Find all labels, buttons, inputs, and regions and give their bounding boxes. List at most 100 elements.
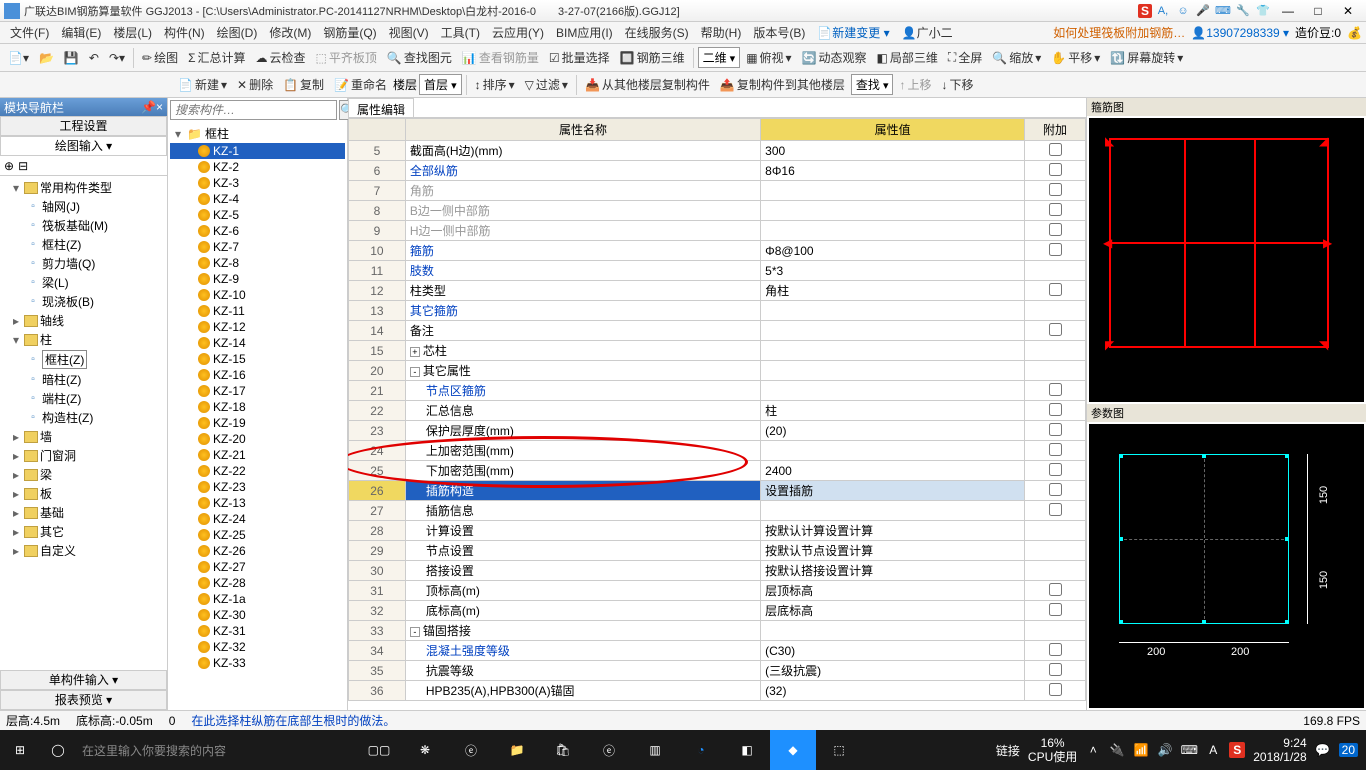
expand-icon[interactable]: ▸ [10, 544, 22, 558]
sogou-icon[interactable]: S [1138, 4, 1152, 18]
prop-name[interactable]: 备注 [405, 321, 760, 341]
comp-item[interactable]: KZ-33 [170, 655, 345, 671]
extra-checkbox[interactable] [1049, 583, 1062, 596]
prop-name[interactable]: 其它箍筋 [405, 301, 760, 321]
tray-key-icon[interactable]: ⌨ [1181, 742, 1197, 758]
btn-single-input[interactable]: 单构件输入 ▾ [0, 670, 167, 690]
prop-value[interactable]: 按默认节点设置计算 [761, 541, 1025, 561]
expand-icon[interactable]: - [410, 367, 420, 377]
nav-item[interactable]: ▸基础 [2, 503, 165, 522]
table-row[interactable]: 29节点设置按默认节点设置计算 [349, 541, 1086, 561]
btn-report[interactable]: 报表预览 ▾ [0, 690, 167, 710]
comp-item[interactable]: KZ-10 [170, 287, 345, 303]
table-row[interactable]: 13其它箍筋 [349, 301, 1086, 321]
tray-a-icon[interactable]: A [1205, 742, 1221, 758]
tb-open-icon[interactable]: 📂 [35, 49, 58, 67]
extra-checkbox[interactable] [1049, 483, 1062, 496]
tray-link[interactable]: 链接 [996, 742, 1020, 759]
prop-value[interactable] [761, 361, 1025, 381]
pin-icon[interactable]: 📌 [141, 100, 156, 114]
menu-edit[interactable]: 编辑(E) [55, 22, 107, 43]
tb-view-rebar[interactable]: 📊查看钢筋量 [458, 47, 543, 68]
task-swirl-icon[interactable]: ❋ [402, 730, 448, 770]
table-row[interactable]: 34混凝土强度等级(C30) [349, 641, 1086, 661]
table-row[interactable]: 24上加密范围(mm) [349, 441, 1086, 461]
extra-checkbox[interactable] [1049, 143, 1062, 156]
menu-floor[interactable]: 楼层(L) [107, 22, 158, 43]
tb-redo-icon[interactable]: ↷▾ [105, 49, 129, 67]
prop-value[interactable]: (三级抗震) [761, 661, 1025, 681]
nav-item[interactable]: ▸其它 [2, 522, 165, 541]
comp-item[interactable]: KZ-23 [170, 479, 345, 495]
comp-item[interactable]: KZ-6 [170, 223, 345, 239]
nav-tree[interactable]: ▾常用构件类型▫轴网(J)▫筏板基础(M)▫框柱(Z)▫剪力墙(Q)▫梁(L)▫… [0, 176, 167, 670]
expand-icon[interactable]: ▾ [10, 181, 22, 195]
task-view-icon[interactable]: ▢▢ [356, 730, 402, 770]
tb-tool-icon[interactable]: 🔧 [1234, 2, 1252, 20]
table-row[interactable]: 31顶标高(m)层顶标高 [349, 581, 1086, 601]
btn-draw-input[interactable]: 绘图输入 ▾ [0, 136, 167, 156]
prop-value[interactable]: 层底标高 [761, 601, 1025, 621]
table-row[interactable]: 30搭接设置按默认搭接设置计算 [349, 561, 1086, 581]
comp-item[interactable]: KZ-11 [170, 303, 345, 319]
table-row[interactable]: 8B边一侧中部筋 [349, 201, 1086, 221]
prop-value[interactable]: Φ8@100 [761, 241, 1025, 261]
prop-value[interactable] [761, 301, 1025, 321]
tb2-copy[interactable]: 📋复制 [279, 74, 328, 95]
comp-item[interactable]: KZ-1 [170, 143, 345, 159]
tb-batch-select[interactable]: ☑批量选择 [545, 47, 614, 68]
tb-local3d[interactable]: ◧局部三维 [873, 47, 942, 68]
table-row[interactable]: 27插筋信息 [349, 501, 1086, 521]
prop-name[interactable]: -锚固搭接 [405, 621, 760, 641]
comp-item[interactable]: KZ-21 [170, 447, 345, 463]
tray-sogou-icon[interactable]: S [1229, 742, 1245, 758]
expand-icon[interactable]: ▾ [10, 333, 22, 347]
menu-help[interactable]: 帮助(H) [695, 22, 748, 43]
comp-item[interactable]: KZ-9 [170, 271, 345, 287]
prop-name[interactable]: 插筋构造 [405, 481, 760, 501]
nav-item[interactable]: ▸墙 [2, 427, 165, 446]
menu-draw[interactable]: 绘图(D) [211, 22, 264, 43]
expand-icon[interactable]: ▸ [10, 314, 22, 328]
prop-name[interactable]: 柱类型 [405, 281, 760, 301]
table-row[interactable]: 36HPB235(A),HPB300(A)锚固(32) [349, 681, 1086, 701]
coin-icon[interactable]: 💰 [1347, 26, 1362, 40]
tray-vol-icon[interactable]: 🔊 [1157, 742, 1173, 758]
comp-item[interactable]: KZ-18 [170, 399, 345, 415]
btn-project-settings[interactable]: 工程设置 [0, 116, 167, 136]
prop-value[interactable]: 按默认计算设置计算 [761, 521, 1025, 541]
menu-cloud[interactable]: 云应用(Y) [486, 22, 550, 43]
extra-checkbox[interactable] [1049, 403, 1062, 416]
table-row[interactable]: 11肢数5*3 [349, 261, 1086, 281]
expand-icon[interactable]: ▸ [10, 468, 22, 482]
prop-name[interactable]: 截面高(H边)(mm) [405, 141, 760, 161]
comp-item[interactable]: KZ-22 [170, 463, 345, 479]
table-row[interactable]: 15+芯柱 [349, 341, 1086, 361]
menu-bim[interactable]: BIM应用(I) [550, 22, 619, 43]
nav-item[interactable]: ▫梁(L) [2, 273, 165, 292]
extra-checkbox[interactable] [1049, 463, 1062, 476]
expand-icon[interactable]: ▸ [10, 506, 22, 520]
tb2-movedown[interactable]: ↓下移 [938, 74, 978, 95]
comp-item[interactable]: KZ-25 [170, 527, 345, 543]
comp-item[interactable]: KZ-4 [170, 191, 345, 207]
prop-value[interactable]: 设置插筋 [761, 481, 1025, 501]
nav-item[interactable]: ▾柱 [2, 330, 165, 349]
prop-value[interactable]: 柱 [761, 401, 1025, 421]
cortana-icon[interactable]: ◯ [40, 730, 76, 770]
tb-find[interactable]: 🔍查找图元 [383, 47, 456, 68]
prop-name[interactable]: H边一侧中部筋 [405, 221, 760, 241]
menu-online[interactable]: 在线服务(S) [619, 22, 695, 43]
extra-checkbox[interactable] [1049, 683, 1062, 696]
maximize-button[interactable]: □ [1304, 2, 1332, 20]
menu-modify[interactable]: 修改(M) [263, 22, 317, 43]
extra-checkbox[interactable] [1049, 603, 1062, 616]
nav-item[interactable]: ▫轴网(J) [2, 197, 165, 216]
tray-notif-icon[interactable]: 💬 [1315, 742, 1331, 758]
table-row[interactable]: 25下加密范围(mm)2400 [349, 461, 1086, 481]
task-explorer-icon[interactable]: 📁 [494, 730, 540, 770]
comp-item[interactable]: KZ-30 [170, 607, 345, 623]
extra-checkbox[interactable] [1049, 423, 1062, 436]
nav-item[interactable]: ▸门窗洞 [2, 446, 165, 465]
prop-value[interactable] [761, 201, 1025, 221]
